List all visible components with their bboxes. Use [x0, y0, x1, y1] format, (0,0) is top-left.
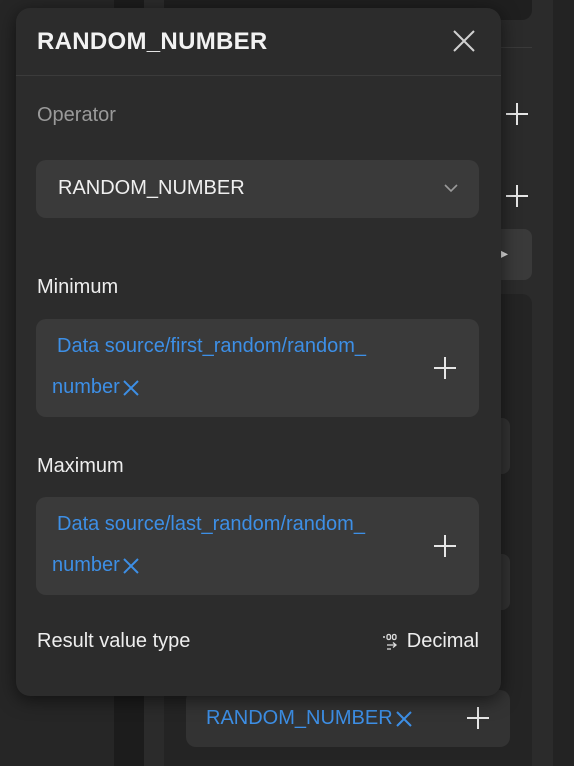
chevron-down-icon	[444, 184, 458, 193]
plus-icon[interactable]	[504, 183, 530, 209]
operator-select[interactable]: RANDOM_NUMBER	[36, 160, 479, 218]
reference-chip-label: RANDOM_NUMBER	[206, 707, 393, 729]
maximum-label: Maximum	[37, 455, 124, 477]
right-scroll-strip	[553, 0, 574, 766]
result-type-selector[interactable]: Decimal	[380, 630, 479, 653]
maximum-reference-text-end: number	[52, 554, 120, 576]
decimal-type-icon	[382, 633, 397, 650]
reference-field[interactable]: RANDOM_NUMBER	[186, 690, 510, 747]
plus-icon[interactable]	[433, 356, 457, 380]
random-number-popover: RANDOM_NUMBER Operator RANDOM_NUMBER Min…	[16, 8, 501, 696]
operator-selected-value: RANDOM_NUMBER	[58, 177, 245, 199]
maximum-reference-continuation: number	[52, 554, 140, 577]
app-canvas: ▸ RANDOM_NUMBER RANDOM_NUMBER Operator R…	[0, 0, 574, 766]
result-type-value: Decimal	[406, 630, 479, 652]
popover-header: RANDOM_NUMBER	[16, 8, 501, 76]
plus-icon[interactable]	[466, 706, 490, 730]
result-type-label: Result value type	[37, 630, 191, 652]
operator-label: Operator	[37, 104, 116, 126]
minimum-reference-continuation: number	[52, 376, 140, 399]
remove-x-icon[interactable]	[122, 379, 140, 397]
maximum-reference-text: Data source/last_random/random_	[57, 513, 365, 535]
arrow-right-icon: ▸	[500, 245, 508, 261]
minimum-reference-text-end: number	[52, 376, 120, 398]
minimum-field[interactable]: Data source/first_random/random_ number	[36, 319, 479, 417]
remove-x-icon[interactable]	[122, 557, 140, 575]
maximum-field[interactable]: Data source/last_random/random_ number	[36, 497, 479, 595]
popover-title: RANDOM_NUMBER	[37, 28, 268, 55]
minimum-reference-text: Data source/first_random/random_	[57, 335, 367, 357]
minimum-label: Minimum	[37, 276, 119, 298]
plus-icon[interactable]	[433, 534, 457, 558]
remove-x-icon[interactable]	[395, 710, 413, 728]
plus-icon[interactable]	[504, 101, 530, 127]
close-icon[interactable]	[452, 29, 476, 53]
